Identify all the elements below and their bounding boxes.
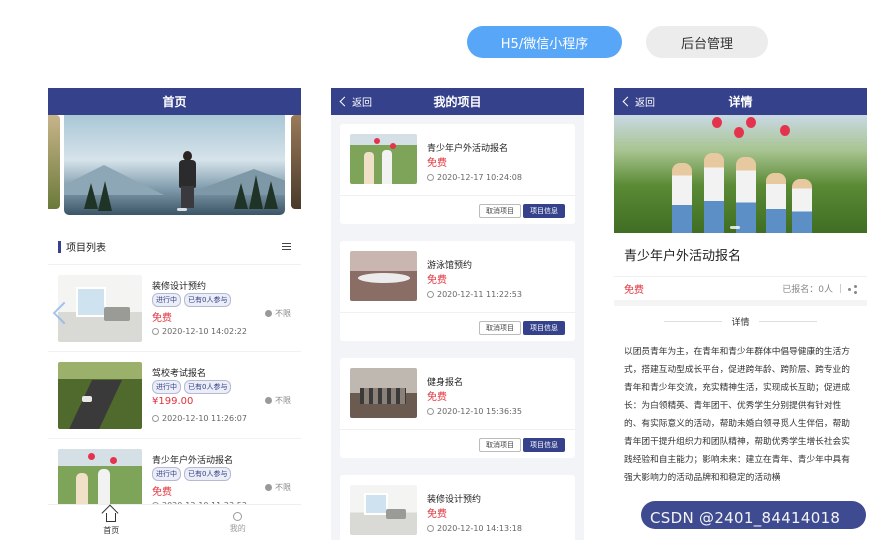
item-price: 免费 xyxy=(152,313,172,324)
status-badge: 进行中 xyxy=(152,467,181,481)
item-time: 2020-12-10 15:36:35 xyxy=(437,407,522,416)
item-thumbnail xyxy=(58,362,142,429)
status-badge: 进行中 xyxy=(152,380,181,394)
banner-next-slide[interactable] xyxy=(291,115,301,209)
item-limit: 不限 xyxy=(275,483,291,492)
item-title: 青少年户外活动报名 xyxy=(152,456,234,466)
status-badge: 进行中 xyxy=(152,293,181,307)
meta-row: 免费 已报名：0人 xyxy=(614,276,867,306)
watermark: CSDN @2401_84414018 xyxy=(650,509,841,527)
page-title: 详情 xyxy=(728,95,753,109)
tab-admin[interactable]: 后台管理 xyxy=(646,26,768,58)
user-icon xyxy=(265,484,272,491)
banner-prev-slide[interactable] xyxy=(48,115,60,209)
cancel-project-button[interactable]: 取消项目 xyxy=(479,204,521,218)
activity-title: 青少年户外活动报名 xyxy=(624,249,742,264)
item-limit: 不限 xyxy=(275,309,291,318)
nav-bar: 返回 详情 xyxy=(614,88,867,115)
item-price: 免费 xyxy=(427,275,447,286)
clock-icon xyxy=(152,415,159,422)
hero-image xyxy=(614,115,867,233)
project-info-button[interactable]: 项目信息 xyxy=(523,321,565,335)
item-time: 2020-12-10 14:13:18 xyxy=(437,524,522,533)
activity-price: 免费 xyxy=(624,285,644,296)
carousel-indicator xyxy=(730,226,740,229)
back-button[interactable]: 返回 xyxy=(339,88,372,115)
page-title: 首页 xyxy=(162,95,187,109)
cancel-project-button[interactable]: 取消项目 xyxy=(479,321,521,335)
nav-bar: 返回 我的项目 xyxy=(331,88,584,115)
item-title: 装修设计预约 xyxy=(427,495,482,505)
participants-badge: 已有0人参与 xyxy=(184,467,232,481)
project-info-button[interactable]: 项目信息 xyxy=(523,438,565,452)
banner-image xyxy=(64,115,285,215)
phone-my-projects: 返回 我的项目 青少年户外活动报名 免费 2020-12-17 10:24:08… xyxy=(331,88,584,540)
user-icon xyxy=(265,310,272,317)
clock-icon xyxy=(427,525,434,532)
phone-detail: 返回 详情 青少年户外活动报名 免费 已报名：0人 详情 以团员青年为主，在青年… xyxy=(614,88,867,540)
cancel-project-button[interactable]: 取消项目 xyxy=(479,438,521,452)
item-time: 2020-12-11 11:22:53 xyxy=(437,290,522,299)
tab-bar: 首页 我的 xyxy=(48,504,301,540)
canvas: H5/微信小程序 后台管理 首页 项目列表 装修设计预约 进行中 已有0人参与 … xyxy=(0,0,879,540)
project-info-button[interactable]: 项目信息 xyxy=(523,204,565,218)
signed-count: 已报名：0人 xyxy=(782,285,833,295)
item-thumbnail xyxy=(350,134,417,184)
user-icon xyxy=(265,397,272,404)
clock-icon xyxy=(427,291,434,298)
phone-home: 首页 项目列表 装修设计预约 进行中 已有0人参与 免费 2020-12-10 … xyxy=(48,88,301,540)
clock-icon xyxy=(427,408,434,415)
project-card[interactable]: 青少年户外活动报名 免费 2020-12-17 10:24:08 取消项目 项目… xyxy=(340,124,575,224)
clock-icon xyxy=(152,328,159,335)
project-card[interactable]: 装修设计预约 免费 2020-12-10 14:13:18 xyxy=(340,475,575,540)
back-button[interactable]: 返回 xyxy=(622,88,655,115)
project-card[interactable]: 健身报名 免费 2020-12-10 15:36:35 取消项目 项目信息 xyxy=(340,358,575,458)
banner-carousel[interactable] xyxy=(48,115,301,215)
page-title: 我的项目 xyxy=(433,95,482,109)
tab-mine[interactable]: 我的 xyxy=(175,505,302,540)
chevron-left-icon xyxy=(339,96,350,107)
detail-text: 以团员青年为主，在青年和青少年群体中倡导健康的生活方式，搭建互动型成长平台，促进… xyxy=(624,347,850,483)
item-title: 驾校考试报名 xyxy=(152,369,207,379)
tab-h5-miniprogram[interactable]: H5/微信小程序 xyxy=(467,26,622,58)
list-item[interactable]: 装修设计预约 进行中 已有0人参与 免费 2020-12-10 14:02:22… xyxy=(48,265,301,352)
item-price: 免费 xyxy=(427,158,447,169)
section-title: 项目列表 xyxy=(66,243,106,254)
item-time: 2020-12-10 14:02:22 xyxy=(162,327,247,336)
clock-icon xyxy=(427,174,434,181)
item-time: 2020-12-10 11:26:07 xyxy=(162,414,247,423)
list-item[interactable]: 驾校考试报名 进行中 已有0人参与 ¥199.00 2020-12-10 11:… xyxy=(48,352,301,439)
item-limit: 不限 xyxy=(275,396,291,405)
detail-label: 详情 xyxy=(614,306,867,337)
item-title: 游泳馆预约 xyxy=(427,261,473,271)
item-price: 免费 xyxy=(152,487,172,498)
item-price: ¥199.00 xyxy=(152,396,194,407)
item-title: 青少年户外活动报名 xyxy=(427,144,509,154)
user-icon xyxy=(233,511,243,521)
tab-home[interactable]: 首页 xyxy=(48,505,175,540)
chevron-left-icon xyxy=(622,96,633,107)
participants-badge: 已有0人参与 xyxy=(184,380,232,394)
menu-icon[interactable] xyxy=(282,243,291,250)
item-thumbnail xyxy=(350,251,417,301)
carousel-indicator xyxy=(177,208,187,211)
item-time: 2020-12-17 10:24:08 xyxy=(437,173,522,182)
share-icon[interactable] xyxy=(848,285,857,293)
item-thumbnail xyxy=(350,368,417,418)
item-price: 免费 xyxy=(427,509,447,520)
item-title: 装修设计预约 xyxy=(152,282,207,292)
nav-bar: 首页 xyxy=(48,88,301,115)
participants-badge: 已有0人参与 xyxy=(184,293,232,307)
project-card[interactable]: 游泳馆预约 免费 2020-12-11 11:22:53 取消项目 项目信息 xyxy=(340,241,575,341)
home-icon xyxy=(106,513,117,522)
item-price: 免费 xyxy=(427,392,447,403)
item-thumbnail xyxy=(350,485,417,535)
section-header: 项目列表 xyxy=(48,229,301,265)
item-title: 健身报名 xyxy=(427,378,464,388)
